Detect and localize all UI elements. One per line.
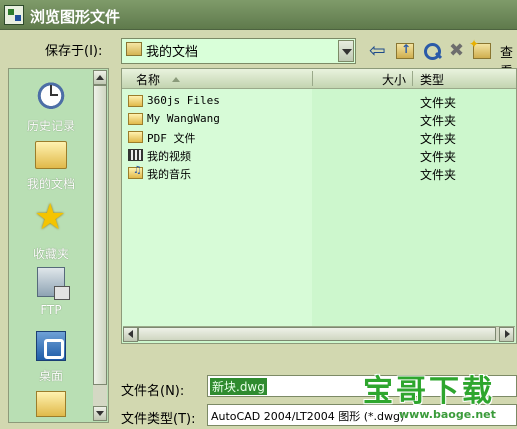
item-name: 我的音乐 xyxy=(147,168,191,181)
item-type: 文件夹 xyxy=(420,168,457,182)
scroll-left-icon[interactable] xyxy=(123,327,138,342)
folder-icon xyxy=(128,131,143,143)
list-item[interactable]: PDF 文件 文件夹 xyxy=(122,129,516,146)
place-label: 桌面 xyxy=(38,369,63,383)
file-name-label: 文件名(N): xyxy=(121,384,185,399)
column-divider[interactable] xyxy=(412,71,413,86)
item-type: 文件夹 xyxy=(420,150,457,164)
list-item[interactable]: 我的视频 文件夹 xyxy=(122,147,516,164)
item-name: 我的视频 xyxy=(147,150,191,163)
folder-icon xyxy=(128,113,143,125)
watermark-logo: 宝哥下载 www.baoge.net xyxy=(355,366,517,429)
search-icon[interactable] xyxy=(421,40,443,62)
item-name: 360js Files xyxy=(147,94,220,107)
scroll-up-icon[interactable] xyxy=(93,70,107,85)
scroll-down-icon[interactable] xyxy=(93,406,107,421)
delete-icon[interactable] xyxy=(447,40,469,62)
new-folder-icon[interactable] xyxy=(469,37,491,59)
chevron-down-icon[interactable] xyxy=(338,40,354,62)
scroll-thumb[interactable] xyxy=(138,327,496,341)
file-list-horizontal-scrollbar[interactable] xyxy=(123,326,515,342)
file-list[interactable]: 名称 大小 类型 360js Files 文件夹 My WangWang 文件夹… xyxy=(121,68,517,344)
folder-icon xyxy=(128,95,143,107)
my-documents-icon xyxy=(126,42,142,56)
sort-ascending-icon xyxy=(172,77,180,82)
place-label: 我的文档 xyxy=(26,177,75,191)
ftp-icon xyxy=(37,267,70,300)
history-icon xyxy=(34,77,68,111)
place-my-documents[interactable]: 我的文档 xyxy=(11,141,91,192)
video-folder-icon xyxy=(128,149,143,161)
place-label: FTP xyxy=(40,303,62,317)
column-header-type[interactable]: 类型 xyxy=(420,71,444,88)
watermark-url: www.baoge.net xyxy=(399,408,496,421)
favorites-icon xyxy=(34,197,68,239)
place-history[interactable]: 历史记录 xyxy=(11,77,91,134)
item-name: PDF 文件 xyxy=(147,132,196,145)
item-name: My WangWang xyxy=(147,112,220,125)
desktop-icon xyxy=(36,331,66,361)
music-folder-icon xyxy=(128,165,143,179)
scroll-thumb[interactable] xyxy=(93,85,107,385)
file-name-value: 新块.dwg xyxy=(210,378,267,395)
column-header-name[interactable]: 名称 xyxy=(136,71,160,88)
place-label: 历史记录 xyxy=(26,119,75,133)
column-header-size[interactable]: 大小 xyxy=(382,71,406,88)
back-icon[interactable] xyxy=(368,38,390,62)
item-type: 文件夹 xyxy=(420,132,457,146)
place-desktop[interactable]: 桌面 xyxy=(11,331,91,384)
scroll-right-icon[interactable] xyxy=(499,327,514,342)
place-favorites[interactable]: 收藏夹 xyxy=(11,197,91,262)
item-type: 文件夹 xyxy=(420,114,457,128)
file-type-label: 文件类型(T): xyxy=(121,412,196,427)
places-scrollbar[interactable] xyxy=(93,70,107,421)
column-divider[interactable] xyxy=(312,71,313,86)
list-item[interactable]: 360js Files 文件夹 xyxy=(122,93,516,110)
list-item[interactable]: My WangWang 文件夹 xyxy=(122,111,516,128)
item-type: 文件夹 xyxy=(420,96,457,110)
list-header: 名称 大小 类型 xyxy=(122,69,516,89)
watermark-title: 宝哥下载 xyxy=(363,374,495,409)
my-documents-icon xyxy=(35,141,67,169)
place-more[interactable] xyxy=(11,391,91,417)
title-bar[interactable]: 浏览图形文件 xyxy=(0,0,517,30)
save-in-label: 保存于(I): xyxy=(45,44,103,59)
place-label: 收藏夹 xyxy=(32,247,69,261)
place-ftp[interactable]: FTP xyxy=(11,267,91,317)
up-folder-icon[interactable] xyxy=(396,42,414,59)
autocad-app-icon xyxy=(4,5,24,25)
list-item[interactable]: 我的音乐 文件夹 xyxy=(122,165,516,182)
window-title: 浏览图形文件 xyxy=(30,8,121,26)
save-in-value: 我的文档 xyxy=(146,45,199,60)
folder-icon xyxy=(36,391,66,417)
save-in-dropdown[interactable]: 我的文档 xyxy=(121,38,356,64)
